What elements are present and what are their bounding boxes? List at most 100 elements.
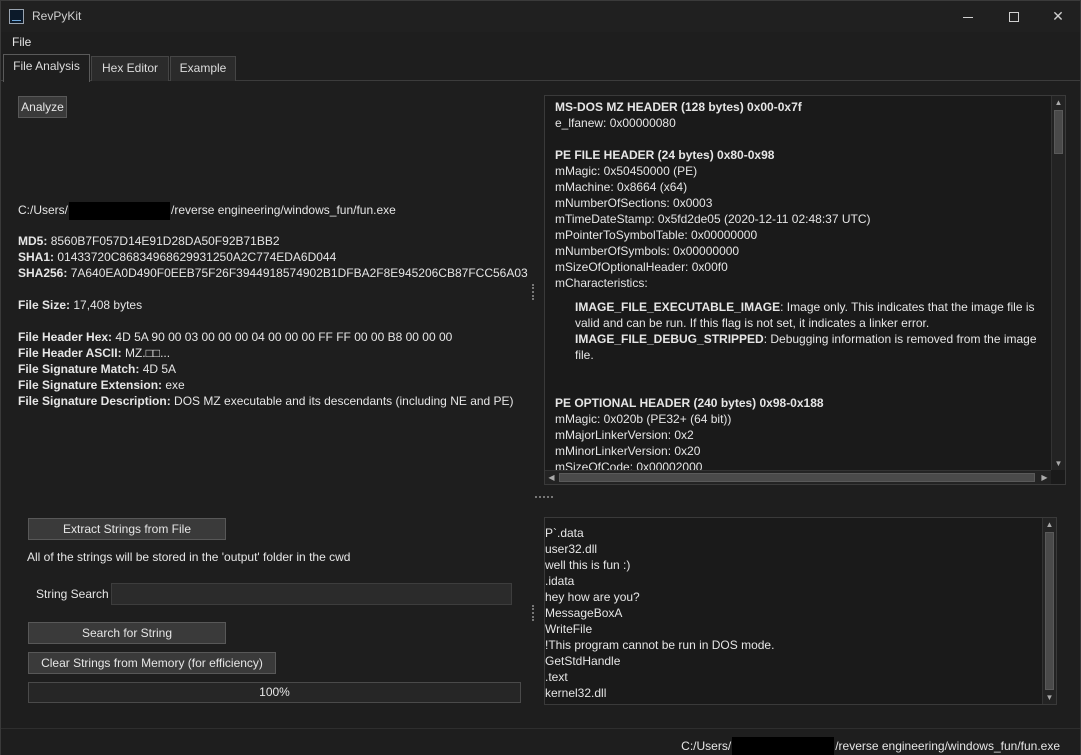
scroll-left-icon[interactable]: ◀: [545, 471, 558, 484]
characteristic-item: IMAGE_FILE_EXECUTABLE_IMAGE: Image only.…: [575, 299, 1051, 331]
extract-strings-button[interactable]: Extract Strings from File: [28, 518, 226, 540]
analyze-button[interactable]: Analyze: [18, 96, 67, 118]
tab-hex-editor[interactable]: Hex Editor: [91, 56, 169, 81]
pe-line: mSizeOfOptionalHeader: 0x00f0: [555, 260, 728, 274]
search-string-button[interactable]: Search for String: [28, 622, 226, 644]
characteristics-list: IMAGE_FILE_EXECUTABLE_IMAGE: Image only.…: [555, 299, 1051, 363]
md5-value: 8560B7F057D14E91D28DA50F92B71BB2: [50, 234, 280, 248]
optional-line: mMagic: 0x020b (PE32+ (64 bit)): [555, 412, 732, 426]
sha1-label: SHA1:: [18, 250, 55, 264]
list-item: .idata: [545, 574, 575, 588]
md5-row: MD5: 8560B7F057D14E91D28DA50F92B71BB2: [18, 234, 280, 248]
file-size-label: File Size:: [18, 298, 71, 312]
maximize-button[interactable]: [991, 1, 1037, 32]
pe-line: mNumberOfSections: 0x0003: [555, 196, 713, 210]
list-item: hey how are you?: [545, 590, 640, 604]
status-file-path: C:/Users/ /reverse engineering/windows_fu…: [681, 737, 1060, 755]
splitter-handle-top[interactable]: [532, 284, 535, 300]
clear-strings-button[interactable]: Clear Strings from Memory (for efficienc…: [28, 652, 276, 674]
close-button[interactable]: ✕: [1035, 1, 1081, 32]
minimize-button[interactable]: [945, 1, 991, 32]
pe-line: mNumberOfSymbols: 0x00000000: [555, 244, 740, 258]
strings-vertical-scrollbar[interactable]: ▲ ▼: [1042, 518, 1056, 704]
window-title: RevPyKit: [32, 9, 82, 23]
tab-bar: File Analysis Hex Editor Example: [1, 54, 1080, 82]
list-item: .text: [545, 670, 568, 684]
output-note: All of the strings will be stored in the…: [27, 550, 351, 564]
pe-horizontal-scrollbar[interactable]: ◀ ▶: [545, 470, 1051, 484]
file-size-row: File Size: 17,408 bytes: [18, 298, 142, 312]
string-search-input[interactable]: [111, 583, 512, 605]
list-item: kernel32.dll: [545, 686, 607, 700]
scroll-down-icon[interactable]: ▼: [1052, 457, 1065, 470]
sig-desc-label: File Signature Description:: [18, 394, 171, 408]
scroll-right-icon[interactable]: ▶: [1038, 471, 1051, 484]
characteristic-name: IMAGE_FILE_DEBUG_STRIPPED: [575, 332, 764, 346]
progress-text: 100%: [259, 685, 290, 699]
title-bar: RevPyKit ✕: [1, 1, 1080, 32]
list-item: WriteFile: [545, 622, 593, 636]
file-path-prefix: C:/Users/: [18, 203, 69, 218]
dos-header-title: MS-DOS MZ HEADER (128 bytes) 0x00-0x7f: [555, 100, 802, 114]
pe-vertical-scrollbar[interactable]: ▲ ▼: [1051, 96, 1065, 470]
strings-output-panel[interactable]: P`.data user32.dll well this is fun :) .…: [544, 517, 1057, 705]
sha256-label: SHA256:: [18, 266, 68, 280]
pe-line: mMachine: 0x8664 (x64): [555, 180, 688, 194]
pe-line: mCharacteristics:: [555, 276, 648, 290]
menu-file[interactable]: File: [12, 35, 31, 49]
sig-match-row: File Signature Match: 4D 5A: [18, 362, 176, 376]
file-path: C:/Users/ /reverse engineering/windows_fu…: [18, 202, 396, 220]
optional-line: mMinorLinkerVersion: 0x20: [555, 444, 701, 458]
characteristic-name: IMAGE_FILE_EXECUTABLE_IMAGE: [575, 300, 781, 314]
header-hex-value: 4D 5A 90 00 03 00 00 00 04 00 00 00 FF F…: [115, 330, 453, 344]
strings-list: P`.data user32.dll well this is fun :) .…: [545, 525, 1040, 701]
menu-bar: File: [1, 32, 1080, 53]
header-hex-row: File Header Hex: 4D 5A 90 00 03 00 00 00…: [18, 330, 452, 344]
pe-line: mPointerToSymbolTable: 0x00000000: [555, 228, 758, 242]
optional-header-title: PE OPTIONAL HEADER (240 bytes) 0x98-0x18…: [555, 396, 824, 410]
scroll-thumb[interactable]: [1045, 532, 1054, 690]
sig-ext-value: exe: [165, 378, 185, 392]
close-icon: ✕: [1052, 8, 1064, 24]
pe-line: mMagic: 0x50450000 (PE): [555, 164, 698, 178]
file-size-value: 17,408 bytes: [73, 298, 143, 312]
scroll-thumb[interactable]: [559, 473, 1035, 482]
list-item: MessageBoxA: [545, 606, 623, 620]
header-ascii-row: File Header ASCII: MZ.□□...: [18, 346, 170, 360]
list-item: well this is fun :): [545, 558, 631, 572]
status-path-prefix: C:/Users/: [681, 739, 732, 754]
minimize-icon: [963, 16, 973, 18]
sig-match-label: File Signature Match:: [18, 362, 140, 376]
header-ascii-value: MZ.□□...: [124, 346, 171, 360]
scroll-thumb[interactable]: [1054, 110, 1063, 154]
sha256-row: SHA256: 7A640EA0D490F0EEB75F26F394491857…: [18, 266, 528, 280]
sha1-row: SHA1: 01433720C86834968629931250A2C774ED…: [18, 250, 336, 264]
header-ascii-label: File Header ASCII:: [18, 346, 122, 360]
sha256-value: 7A640EA0D490F0EEB75F26F3944918574902B1DF…: [70, 266, 528, 280]
redacted-username: [732, 737, 835, 755]
tab-example[interactable]: Example: [170, 56, 236, 81]
pe-header-title: PE FILE HEADER (24 bytes) 0x80-0x98: [555, 148, 775, 162]
app-icon: [9, 9, 24, 24]
optional-line: mMajorLinkerVersion: 0x2: [555, 428, 694, 442]
md5-label: MD5:: [18, 234, 48, 248]
scroll-up-icon[interactable]: ▲: [1043, 518, 1056, 531]
list-item: GetStdHandle: [545, 654, 621, 668]
sig-match-value: 4D 5A: [142, 362, 177, 376]
splitter-handle-middle[interactable]: [535, 496, 553, 499]
list-item: user32.dll: [545, 542, 598, 556]
pe-info-text: MS-DOS MZ HEADER (128 bytes) 0x00-0x7f e…: [555, 99, 1051, 475]
sig-desc-value: DOS MZ executable and its descendants (i…: [174, 394, 514, 408]
list-item: P`.data: [545, 526, 584, 540]
pe-info-panel[interactable]: MS-DOS MZ HEADER (128 bytes) 0x00-0x7f e…: [544, 95, 1066, 485]
redacted-username: [69, 202, 171, 220]
scroll-up-icon[interactable]: ▲: [1052, 96, 1065, 109]
characteristic-item: IMAGE_FILE_DEBUG_STRIPPED: Debugging inf…: [575, 331, 1051, 363]
sig-ext-label: File Signature Extension:: [18, 378, 163, 392]
tab-file-analysis[interactable]: File Analysis: [3, 54, 90, 82]
scroll-down-icon[interactable]: ▼: [1043, 691, 1056, 704]
pe-line: mTimeDateStamp: 0x5fd2de05 (2020-12-11 0…: [555, 212, 871, 226]
e-lfanew: e_lfanew: 0x00000080: [555, 116, 676, 130]
splitter-handle-bottom[interactable]: [532, 605, 535, 621]
string-search-label: String Search: [36, 587, 109, 601]
